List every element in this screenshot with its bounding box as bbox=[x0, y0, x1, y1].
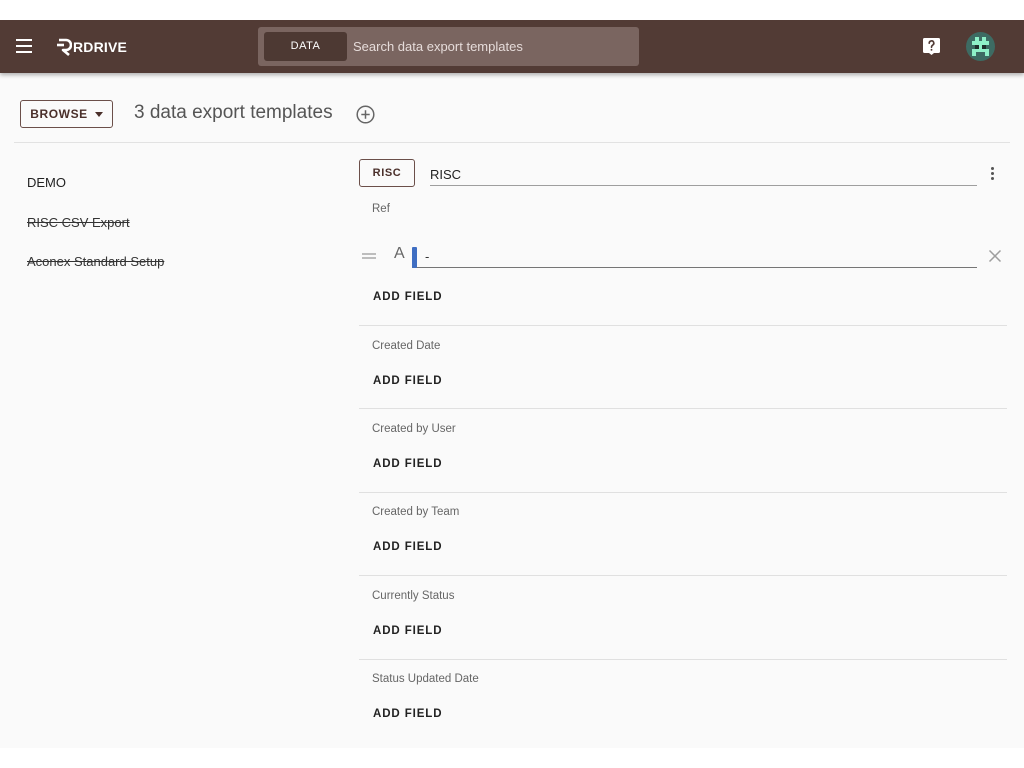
search-input[interactable] bbox=[353, 33, 633, 60]
add-circle-icon[interactable] bbox=[356, 105, 375, 124]
search-box: DATA bbox=[258, 27, 639, 66]
page-title: 3 data export templates bbox=[134, 102, 333, 123]
section-divider bbox=[359, 325, 1007, 326]
header-divider bbox=[14, 142, 1010, 143]
section-divider bbox=[359, 659, 1007, 660]
browse-button[interactable]: BROWSE bbox=[20, 100, 113, 128]
text-cursor bbox=[412, 247, 417, 268]
template-list-item[interactable]: DEMO bbox=[27, 175, 66, 190]
add-field-button[interactable]: ADD FIELD bbox=[364, 367, 451, 395]
field-value-input[interactable] bbox=[412, 246, 977, 268]
drag-handle-icon[interactable] bbox=[362, 253, 376, 259]
section-divider bbox=[359, 492, 1007, 493]
template-list-item[interactable]: RISC CSV Export bbox=[27, 215, 130, 230]
template-code-chip[interactable]: RISC bbox=[359, 159, 415, 187]
menu-icon[interactable] bbox=[16, 39, 32, 53]
section-label: Created by Team bbox=[372, 506, 460, 518]
more-vert-icon[interactable] bbox=[988, 167, 996, 183]
caret-down-icon bbox=[94, 111, 103, 117]
logo-mark-icon bbox=[57, 38, 72, 56]
add-field-button[interactable]: ADD FIELD bbox=[364, 450, 451, 478]
section-label: Currently Status bbox=[372, 590, 455, 602]
template-name-input[interactable] bbox=[430, 163, 977, 186]
logo-text: RDRIVE bbox=[73, 39, 128, 55]
add-field-button[interactable]: ADD FIELD bbox=[364, 283, 451, 311]
section-label: Status Updated Date bbox=[372, 673, 479, 685]
search-scope-chip[interactable]: DATA bbox=[264, 32, 347, 61]
field-type-indicator: A bbox=[394, 245, 405, 262]
avatar[interactable] bbox=[966, 32, 995, 61]
browse-button-label: BROWSE bbox=[30, 107, 88, 121]
close-icon[interactable] bbox=[988, 249, 1002, 263]
app-root: RDRIVE DATA BROWSE 3 data e bbox=[0, 20, 1024, 748]
add-field-button[interactable]: ADD FIELD bbox=[364, 533, 451, 561]
top-bar: RDRIVE DATA bbox=[0, 20, 1024, 73]
template-list-item[interactable]: Aconex Standard Setup bbox=[27, 254, 164, 269]
add-field-button[interactable]: ADD FIELD bbox=[364, 617, 451, 645]
add-field-button[interactable]: ADD FIELD bbox=[364, 700, 451, 728]
section-divider bbox=[359, 408, 1007, 409]
help-icon[interactable] bbox=[923, 38, 940, 55]
logo[interactable]: RDRIVE bbox=[56, 37, 127, 57]
section-label: Ref bbox=[372, 203, 390, 215]
section-label: Created Date bbox=[372, 340, 441, 352]
section-divider bbox=[359, 575, 1007, 576]
section-label: Created by User bbox=[372, 423, 456, 435]
